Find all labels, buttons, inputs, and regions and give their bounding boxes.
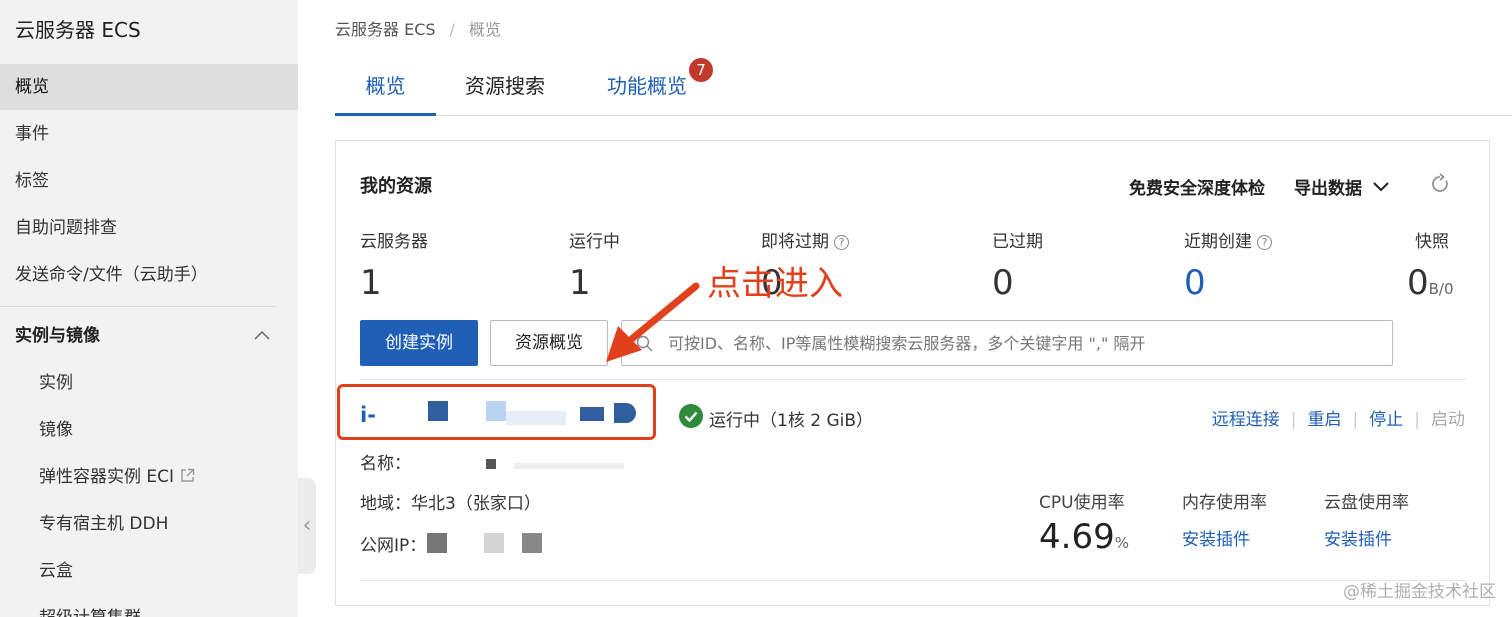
stat-value-running[interactable]: 1	[569, 263, 591, 303]
stat-value-servers[interactable]: 1	[360, 263, 382, 303]
sidebar-item-troubleshoot[interactable]: 自助问题排查	[0, 205, 298, 251]
stat-label-expired: 已过期	[992, 232, 1043, 252]
row-divider	[360, 580, 1466, 581]
stat-label-expiring-text: 即将过期	[761, 232, 829, 252]
tab-feature-overview-label: 功能概览	[607, 74, 687, 98]
export-data-label: 导出数据	[1294, 179, 1362, 199]
stat-value-snapshots-number: 0	[1407, 263, 1429, 303]
sidebar-item-cloudbox[interactable]: 云盒	[0, 548, 298, 594]
sidebar-item-eci-label: 弹性容器实例 ECI	[39, 467, 175, 487]
sidebar-item-overview[interactable]: 概览	[0, 64, 298, 110]
sidebar-item-hpc-cluster[interactable]: 超级计算集群	[0, 595, 298, 617]
action-separator: |	[1352, 410, 1359, 430]
instance-region-label: 地域：	[360, 494, 411, 514]
chevron-left-icon: ‹	[302, 513, 312, 538]
remote-connect-button[interactable]: 远程连接	[1212, 410, 1280, 430]
sidebar-item-instances[interactable]: 实例	[0, 360, 298, 406]
tab-feature-overview[interactable]: 功能概览 7	[607, 58, 713, 116]
metric-unit-cpu: %	[1114, 534, 1129, 552]
notification-badge: 7	[689, 58, 713, 82]
install-plugin-memory-link[interactable]: 安装插件	[1182, 525, 1250, 550]
instance-ip-field: 公网IP：	[360, 531, 426, 556]
redacted-block	[427, 533, 447, 553]
stat-label-expiring: 即将过期?	[761, 227, 849, 252]
redacted-block	[522, 533, 542, 553]
tab-resource-search[interactable]: 资源搜索	[465, 62, 545, 116]
metric-value-cpu-number: 4.69	[1039, 517, 1115, 557]
breadcrumb-root[interactable]: 云服务器 ECS	[335, 20, 436, 39]
resource-overview-button[interactable]: 资源概览	[490, 320, 608, 366]
instance-ip-label: 公网IP：	[360, 536, 427, 556]
instance-search-input[interactable]	[668, 321, 1378, 365]
metric-label-memory: 内存使用率	[1182, 493, 1267, 513]
my-resources-card: 我的资源 免费安全深度体检 导出数据 云服务器 1 运行中 1 即将过期? 0 …	[335, 140, 1490, 606]
sidebar-item-eci[interactable]: 弹性容器实例 ECI	[0, 454, 298, 500]
chevron-up-icon[interactable]	[254, 313, 270, 359]
chevron-down-icon	[1368, 179, 1390, 199]
security-check-link[interactable]: 免费安全深度体检	[1129, 174, 1265, 199]
breadcrumb: 云服务器 ECS / 概览	[335, 16, 501, 40]
sidebar-divider	[0, 306, 276, 307]
stat-value-recent[interactable]: 0	[1184, 263, 1206, 303]
instance-actions: 远程连接 | 重启 | 停止 | 启动	[1212, 405, 1465, 430]
check-circle-icon	[679, 404, 703, 428]
card-title: 我的资源	[360, 176, 432, 197]
action-separator: |	[1290, 410, 1297, 430]
redacted-block	[486, 459, 496, 469]
stat-value-snapshots[interactable]: 0B/0	[1407, 263, 1454, 303]
help-icon[interactable]: ?	[834, 235, 849, 250]
external-link-icon	[180, 455, 195, 501]
sidebar-item-send-command[interactable]: 发送命令/文件（云助手）	[0, 252, 298, 298]
instance-search-box[interactable]	[621, 320, 1393, 366]
breadcrumb-separator: /	[449, 20, 455, 39]
restart-button[interactable]: 重启	[1308, 410, 1342, 430]
stat-label-recent: 近期创建?	[1184, 227, 1272, 252]
sidebar-collapse-handle[interactable]: ‹	[298, 478, 316, 574]
sidebar-item-tags[interactable]: 标签	[0, 158, 298, 204]
sidebar-item-events[interactable]: 事件	[0, 111, 298, 157]
row-divider	[360, 379, 1466, 380]
watermark: @稀土掘金技术社区	[1343, 582, 1496, 602]
instance-name-label: 名称：	[360, 454, 411, 474]
stat-label-servers: 云服务器	[360, 232, 428, 252]
instance-region-field: 地域：华北3（张家口）	[360, 489, 541, 514]
stat-unit-snapshots: B/0	[1428, 280, 1454, 298]
metric-value-cpu: 4.69%	[1039, 517, 1129, 557]
tab-bar: 概览 资源搜索 功能概览 7	[335, 58, 1512, 116]
install-plugin-disk-link[interactable]: 安装插件	[1324, 525, 1392, 550]
start-button[interactable]: 启动	[1431, 410, 1465, 430]
sidebar-title: 云服务器 ECS	[15, 18, 141, 42]
annotation-arrow-icon	[606, 282, 700, 362]
metric-label-cpu: CPU使用率	[1039, 493, 1125, 513]
stat-label-recent-text: 近期创建	[1184, 232, 1252, 252]
export-data-dropdown[interactable]: 导出数据	[1294, 174, 1390, 199]
create-instance-button[interactable]: 创建实例	[360, 320, 478, 366]
instance-region-value: 华北3（张家口）	[411, 494, 541, 514]
annotation-text: 点击进入	[707, 264, 843, 304]
sidebar-item-ddh[interactable]: 专有宿主机 DDH	[0, 501, 298, 547]
stat-label-running: 运行中	[569, 232, 620, 252]
stat-value-expired[interactable]: 0	[992, 263, 1014, 303]
help-icon[interactable]: ?	[1257, 235, 1272, 250]
instance-name-field: 名称：	[360, 449, 411, 474]
breadcrumb-current: 概览	[468, 20, 501, 39]
tab-overview[interactable]: 概览	[335, 62, 436, 116]
instance-status: 运行中（1核 2 GiB）	[709, 411, 873, 431]
annotation-highlight-box	[337, 384, 656, 440]
refresh-icon[interactable]	[1429, 173, 1451, 195]
sidebar-section-label: 实例与镜像	[15, 326, 100, 346]
metric-label-disk: 云盘使用率	[1324, 493, 1409, 513]
sidebar-section-instances-images[interactable]: 实例与镜像	[0, 313, 290, 359]
stop-button[interactable]: 停止	[1369, 410, 1403, 430]
redacted-block	[484, 533, 504, 553]
sidebar: 云服务器 ECS 概览 事件 标签 自助问题排查 发送命令/文件（云助手） 实例…	[0, 0, 298, 617]
sidebar-item-images[interactable]: 镜像	[0, 407, 298, 453]
redacted-block	[514, 463, 624, 469]
stat-label-snapshots: 快照	[1415, 232, 1449, 252]
action-separator: |	[1414, 410, 1420, 430]
